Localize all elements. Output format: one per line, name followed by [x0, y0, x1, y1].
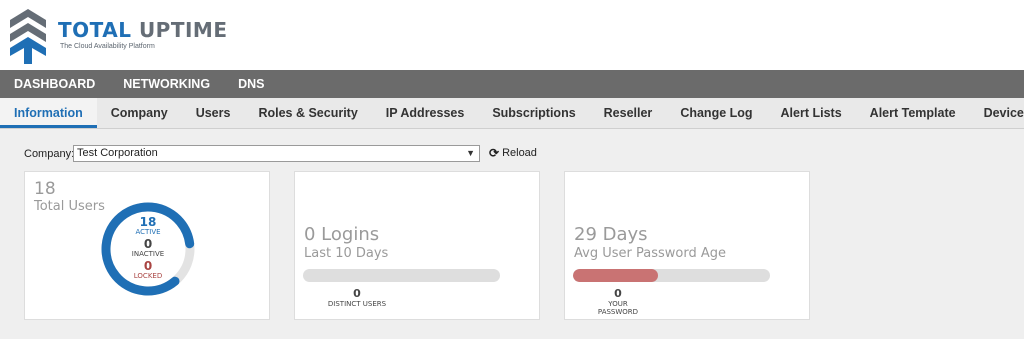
tab-users[interactable]: Users	[182, 98, 245, 128]
company-label: Company:	[24, 148, 75, 160]
total-users-caption: Total Users	[34, 199, 105, 214]
password-age-card: 29 Days Avg User Password Age 0 YOUR PAS…	[564, 171, 810, 320]
tab-reseller[interactable]: Reseller	[590, 98, 667, 128]
password-age-progress-bar	[573, 269, 770, 282]
inactive-label: INACTIVE	[131, 250, 165, 258]
total-users-card: 18 Total Users 18 ACTIVE 0 INACTIVE 0 LO…	[24, 171, 270, 320]
tab-subscriptions[interactable]: Subscriptions	[478, 98, 589, 128]
active-block: 18 ACTIVE	[101, 216, 195, 236]
chevron-down-icon: ▼	[466, 148, 475, 158]
sub-nav: Information Company Users Roles & Securi…	[0, 98, 1024, 129]
locked-count: 0	[143, 259, 153, 273]
brand-name-part2: UPTIME	[138, 18, 228, 42]
your-password-label-line2: PASSWORD	[597, 308, 639, 316]
logins-subtitle: Last 10 Days	[304, 246, 389, 261]
locked-block: 0 LOCKED	[101, 260, 195, 280]
reload-label: Reload	[502, 147, 537, 159]
tab-company[interactable]: Company	[97, 98, 182, 128]
your-password-label-line1: YOUR	[608, 300, 628, 308]
tab-change-log[interactable]: Change Log	[666, 98, 766, 128]
reload-button[interactable]: ⟳ Reload	[489, 147, 537, 159]
inactive-count: 0	[143, 237, 153, 251]
active-label: ACTIVE	[135, 228, 161, 236]
brand-name: TOTAL UPTIME	[58, 18, 227, 42]
password-age-subtitle: Avg User Password Age	[574, 246, 726, 261]
brand-tagline: The Cloud Availability Platform	[60, 43, 155, 50]
tab-roles-security[interactable]: Roles & Security	[244, 98, 371, 128]
distinct-users-label: DISTINCT USERS	[327, 300, 387, 308]
main-nav-dns[interactable]: DNS	[224, 70, 278, 98]
inactive-block: 0 INACTIVE	[101, 238, 195, 258]
brand-name-part1: TOTAL	[58, 18, 132, 42]
distinct-users-count: 0	[353, 287, 361, 300]
company-select[interactable]: Test Corporation ▼	[73, 145, 480, 162]
main-nav: DASHBOARD NETWORKING DNS	[0, 70, 1024, 98]
tab-ip-addresses[interactable]: IP Addresses	[372, 98, 479, 128]
app-header: TOTAL UPTIME The Cloud Availability Plat…	[0, 0, 1024, 70]
info-content: Company: Test Corporation ▼ ⟳ Reload 18 …	[0, 129, 1024, 339]
tab-alert-lists[interactable]: Alert Lists	[767, 98, 856, 128]
active-count: 18	[139, 215, 157, 229]
locked-label: LOCKED	[133, 272, 163, 280]
your-password-count: 0	[614, 287, 622, 300]
tab-information[interactable]: Information	[0, 98, 97, 128]
logins-card: 0 Logins Last 10 Days 0 DISTINCT USERS	[294, 171, 540, 320]
password-age-progress-fill	[573, 269, 658, 282]
tab-device-status[interactable]: Device Status	[970, 98, 1024, 128]
total-uptime-logo-icon[interactable]	[8, 7, 48, 65]
password-age-title: 29 Days	[574, 224, 648, 245]
company-select-value: Test Corporation	[77, 147, 158, 159]
refresh-icon: ⟳	[489, 146, 500, 160]
total-users-count: 18	[34, 179, 56, 199]
logins-progress-bar	[303, 269, 500, 282]
logins-title: 0 Logins	[304, 224, 380, 245]
tab-alert-template[interactable]: Alert Template	[856, 98, 970, 128]
main-nav-networking[interactable]: NETWORKING	[109, 70, 224, 98]
main-nav-dashboard[interactable]: DASHBOARD	[0, 70, 109, 98]
